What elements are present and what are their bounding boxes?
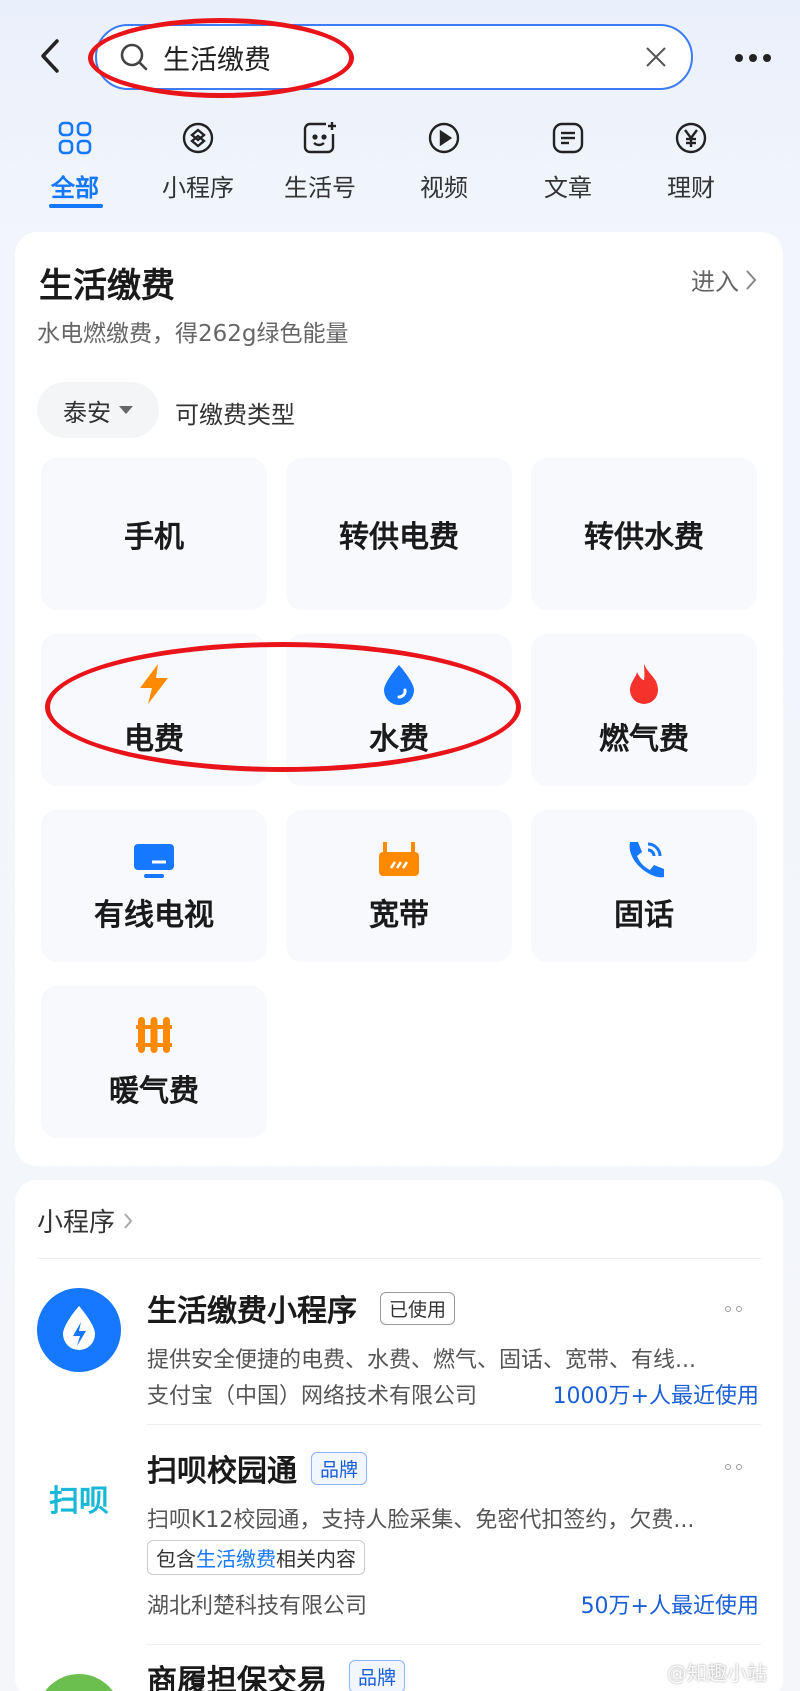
search-query: 生活缴费 [163, 44, 271, 76]
radiator-icon [132, 1014, 176, 1058]
app-logo-icon [37, 1288, 121, 1372]
pay-item-broadband[interactable]: 宽带 [286, 810, 512, 962]
flame-icon [622, 662, 666, 706]
life-payment-card: 生活缴费 进入 水电燃缴费，得262g绿色能量 泰安 可缴费类型 手机 转供电费… [15, 232, 783, 1166]
logo-text: 扫呗 [49, 1484, 109, 1519]
pay-item-landline[interactable]: 固话 [531, 810, 757, 962]
app-logo-icon: 扫呗 [37, 1456, 121, 1540]
card-title: 生活缴费 [39, 266, 175, 306]
mini-program-icon [178, 118, 218, 158]
enter-link[interactable]: 进入 [691, 262, 757, 297]
tab-label: 理财 [667, 174, 715, 202]
divider [147, 1424, 761, 1425]
pay-item-water[interactable]: 水费 [286, 634, 512, 786]
pay-item-label: 转供电费 [339, 520, 459, 555]
yen-icon [671, 118, 711, 158]
city-selector[interactable]: 泰安 [37, 382, 159, 438]
card-subtitle: 水电燃缴费，得262g绿色能量 [37, 321, 349, 347]
tab-all[interactable]: 全部 [20, 112, 130, 212]
search-input[interactable]: 生活缴费 [95, 24, 693, 90]
play-icon [424, 118, 464, 158]
phone-icon [622, 838, 666, 882]
mini-programs-card: 小程序 生活缴费小程序 已使用 提供安全便捷的电费、水费、燃气、固话、宽带、有线… [15, 1180, 783, 1691]
close-icon[interactable] [641, 42, 671, 72]
category-tabs: 全部 小程序 生活号 视频 文章 理财 [0, 112, 800, 212]
active-tab-indicator [49, 204, 103, 208]
search-icon [119, 41, 151, 73]
pay-item-electricity[interactable]: 电费 [41, 634, 267, 786]
mini-program-item[interactable]: 扫呗 扫呗校园通 品牌 扫呗K12校园通，支持人脸采集、免密代扣签约，欠费...… [15, 1442, 783, 1632]
more-horizontal-icon[interactable] [728, 38, 778, 78]
app-description: 扫呗K12校园通，支持人脸采集、免密代扣签约，欠费... [147, 1508, 695, 1533]
pay-item-label: 手机 [124, 520, 184, 555]
related-prefix: 包含 [156, 1547, 196, 1571]
router-icon [377, 838, 421, 882]
divider [37, 1258, 761, 1259]
pay-item-label: 水费 [369, 722, 429, 757]
tab-label: 视频 [420, 174, 468, 202]
grid-icon [55, 118, 95, 158]
app-description: 提供安全便捷的电费、水费、燃气、固话、宽带、有线... [147, 1348, 696, 1373]
divider [147, 1644, 761, 1645]
lightning-icon [132, 662, 176, 706]
app-logo-icon [37, 1674, 121, 1691]
water-drop-icon [377, 662, 421, 706]
pay-item-label: 转供水费 [584, 520, 704, 555]
pay-item-gas[interactable]: 燃气费 [531, 634, 757, 786]
tv-icon [132, 838, 176, 882]
tab-finance[interactable]: 理财 [636, 112, 746, 212]
related-highlight: 生活缴费 [196, 1547, 276, 1571]
tab-life-account[interactable]: 生活号 [265, 112, 375, 212]
pay-item-label: 固话 [614, 898, 674, 933]
tab-label: 文章 [544, 174, 592, 202]
pay-item-cable-tv[interactable]: 有线电视 [41, 810, 267, 962]
app-company: 支付宝（中国）网络技术有限公司 [147, 1384, 478, 1409]
life-account-icon [300, 118, 340, 158]
chevron-right-icon [746, 269, 757, 290]
used-badge: 已使用 [380, 1292, 456, 1325]
mini-program-item[interactable]: 生活缴费小程序 已使用 提供安全便捷的电费、水费、燃气、固话、宽带、有线... … [15, 1278, 783, 1414]
tab-label: 全部 [51, 174, 99, 202]
tab-mini-program[interactable]: 小程序 [143, 112, 253, 212]
mini-programs-header[interactable]: 小程序 [37, 1202, 133, 1239]
pay-item-label: 有线电视 [94, 898, 214, 933]
more-options-icon[interactable] [725, 1464, 747, 1472]
tab-video[interactable]: 视频 [389, 112, 499, 212]
back-button[interactable] [30, 36, 70, 76]
app-usage-count: 50万+人最近使用 [580, 1594, 759, 1619]
pay-item-label: 电费 [124, 722, 184, 757]
more-options-icon[interactable] [725, 1306, 747, 1314]
tab-label: 小程序 [162, 174, 234, 202]
pay-item-transfer-electricity[interactable]: 转供电费 [286, 458, 512, 610]
article-icon [548, 118, 588, 158]
app-name: 扫呗校园通 [147, 1454, 297, 1489]
app-name: 生活缴费小程序 [147, 1294, 357, 1329]
pay-item-mobile[interactable]: 手机 [41, 458, 267, 610]
chevron-right-icon [124, 1212, 133, 1229]
payable-types-label: 可缴费类型 [175, 401, 295, 429]
app-usage-count: 1000万+人最近使用 [552, 1384, 759, 1409]
caret-down-icon [119, 406, 133, 414]
city-label: 泰安 [63, 398, 111, 427]
app-name: 商履担保交易 [147, 1664, 327, 1691]
top-bar: 生活缴费 [0, 0, 800, 110]
related-suffix: 相关内容 [276, 1547, 356, 1571]
pay-item-label: 燃气费 [599, 722, 689, 757]
pay-item-label: 暖气费 [109, 1074, 199, 1109]
tab-article[interactable]: 文章 [513, 112, 623, 212]
pay-item-heating[interactable]: 暖气费 [41, 986, 267, 1138]
tab-label: 生活号 [284, 174, 356, 202]
related-content-tag: 包含生活缴费相关内容 [147, 1540, 365, 1575]
pay-item-transfer-water[interactable]: 转供水费 [531, 458, 757, 610]
app-company: 湖北利楚科技有限公司 [147, 1594, 368, 1619]
section-title: 小程序 [37, 1208, 116, 1238]
enter-label: 进入 [691, 268, 739, 296]
watermark: @知趣小站 [667, 1661, 767, 1685]
pay-item-label: 宽带 [369, 898, 429, 933]
brand-badge: 品牌 [311, 1452, 368, 1485]
brand-badge: 品牌 [349, 1660, 406, 1691]
chevron-left-icon [41, 39, 59, 73]
